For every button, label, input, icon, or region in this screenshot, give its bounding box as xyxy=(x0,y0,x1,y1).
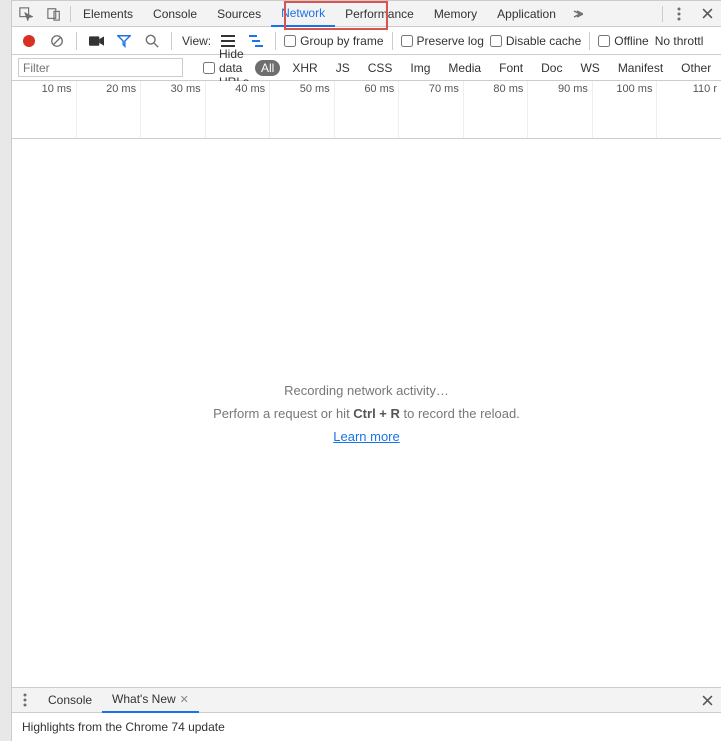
throttle-select[interactable]: No throttl xyxy=(655,34,704,48)
tab-elements[interactable]: Elements xyxy=(73,1,143,27)
device-toggle-icon[interactable] xyxy=(40,1,68,27)
group-by-frame-label: Group by frame xyxy=(300,34,383,48)
type-all[interactable]: All xyxy=(255,60,280,76)
type-manifest[interactable]: Manifest xyxy=(612,60,669,76)
preserve-log-checkbox[interactable]: Preserve log xyxy=(401,34,484,48)
drawer-tabbar: Console What's New ✕ xyxy=(12,687,721,713)
tick-label: 50 ms xyxy=(300,83,330,95)
filter-toggle-icon[interactable] xyxy=(113,30,135,52)
drawer-tab-whats-new[interactable]: What's New ✕ xyxy=(102,687,199,713)
tab-network[interactable]: Network xyxy=(271,1,335,27)
type-img[interactable]: Img xyxy=(404,60,436,76)
hint-suffix: to record the reload. xyxy=(400,406,520,421)
settings-menu-icon[interactable] xyxy=(665,1,693,27)
group-by-frame-checkbox[interactable]: Group by frame xyxy=(284,34,383,48)
drawer-tab-label: What's New xyxy=(112,692,176,706)
tick-label: 30 ms xyxy=(171,83,201,95)
search-icon[interactable] xyxy=(141,30,163,52)
hint-text: Perform a request or hit Ctrl + R to rec… xyxy=(213,406,520,421)
type-font[interactable]: Font xyxy=(493,60,529,76)
hint-key: Ctrl + R xyxy=(353,406,400,421)
inspect-element-icon[interactable] xyxy=(12,1,40,27)
disable-cache-label: Disable cache xyxy=(506,34,581,48)
offline-label: Offline xyxy=(614,34,648,48)
tick-label: 90 ms xyxy=(558,83,588,95)
separator xyxy=(76,32,77,50)
tick-label: 10 ms xyxy=(42,83,72,95)
tab-memory[interactable]: Memory xyxy=(424,1,487,27)
type-doc[interactable]: Doc xyxy=(535,60,568,76)
resource-type-filter: All XHR JS CSS Img Media Font Doc WS Man… xyxy=(255,60,717,76)
empty-state: Recording network activity… Perform a re… xyxy=(12,139,721,687)
record-button[interactable] xyxy=(18,30,40,52)
filter-input[interactable] xyxy=(18,58,183,77)
separator xyxy=(589,32,590,50)
tick-label: 20 ms xyxy=(106,83,136,95)
separator xyxy=(392,32,393,50)
close-tab-icon[interactable]: ✕ xyxy=(180,694,189,706)
close-devtools-icon[interactable] xyxy=(693,1,721,27)
learn-more-link[interactable]: Learn more xyxy=(333,429,399,444)
tick-label: 60 ms xyxy=(364,83,394,95)
offline-checkbox[interactable]: Offline xyxy=(598,34,648,48)
tab-sources[interactable]: Sources xyxy=(207,1,271,27)
type-xhr[interactable]: XHR xyxy=(286,60,323,76)
timeline-overview[interactable]: 10 ms 20 ms 30 ms 40 ms 50 ms 60 ms 70 m… xyxy=(12,81,721,139)
tick-label: 70 ms xyxy=(429,83,459,95)
type-js[interactable]: JS xyxy=(330,60,356,76)
view-label: View: xyxy=(182,34,211,48)
hint-prefix: Perform a request or hit xyxy=(213,406,353,421)
type-ws[interactable]: WS xyxy=(574,60,605,76)
tick-label: 110 r xyxy=(693,83,717,95)
clear-icon[interactable] xyxy=(46,30,68,52)
devtools-panel: Elements Console Sources Network Perform… xyxy=(11,0,721,741)
type-other[interactable]: Other xyxy=(675,60,717,76)
tick-label: 80 ms xyxy=(493,83,523,95)
separator xyxy=(662,6,663,22)
type-css[interactable]: CSS xyxy=(362,60,399,76)
more-tabs-icon[interactable] xyxy=(566,1,588,27)
separator xyxy=(171,32,172,50)
scrollbar-left[interactable] xyxy=(0,0,11,741)
tab-console[interactable]: Console xyxy=(143,1,207,27)
separator xyxy=(275,32,276,50)
preserve-log-label: Preserve log xyxy=(417,34,484,48)
close-drawer-icon[interactable] xyxy=(693,687,721,713)
tab-performance[interactable]: Performance xyxy=(335,1,424,27)
disable-cache-checkbox[interactable]: Disable cache xyxy=(490,34,581,48)
camera-icon[interactable] xyxy=(85,30,107,52)
filter-bar: Hide data URLs All XHR JS CSS Img Media … xyxy=(12,55,721,81)
type-media[interactable]: Media xyxy=(442,60,487,76)
tick-label: 100 ms xyxy=(616,83,652,95)
tick-label: 40 ms xyxy=(235,83,265,95)
drawer-body: Highlights from the Chrome 74 update xyxy=(12,713,721,741)
recording-text: Recording network activity… xyxy=(284,383,449,398)
main-tabbar: Elements Console Sources Network Perform… xyxy=(12,1,721,27)
tab-application[interactable]: Application xyxy=(487,1,566,27)
drawer-tab-console[interactable]: Console xyxy=(38,687,102,713)
separator xyxy=(70,6,71,22)
network-toolbar: View: Group by frame Preserve log Disabl… xyxy=(12,27,721,55)
drawer-menu-icon[interactable] xyxy=(12,687,38,713)
